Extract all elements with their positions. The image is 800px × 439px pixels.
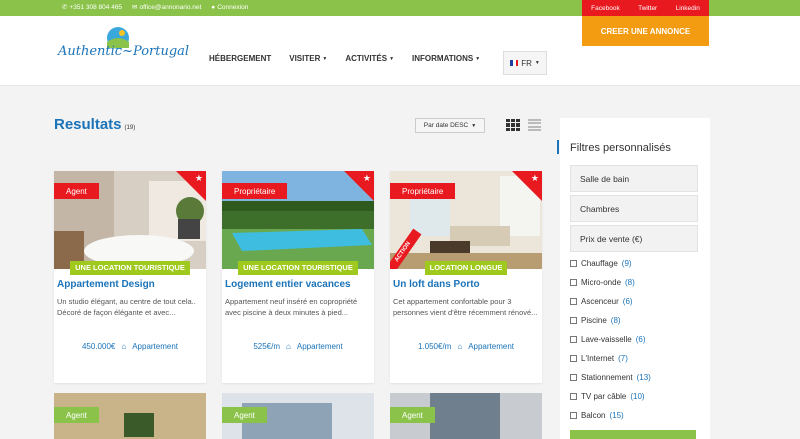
site-logo[interactable]: Authentic~Portugal xyxy=(58,26,189,76)
phone-icon: ✆ xyxy=(62,4,68,11)
listing-description: Cet appartement confortable pour 3 perso… xyxy=(393,297,538,317)
caret-down-icon: ▼ xyxy=(471,122,477,129)
sidebar-accent xyxy=(557,140,559,154)
listing-price: 525€/m xyxy=(253,342,281,351)
filter-balcon[interactable]: Balcon (15) xyxy=(570,406,710,425)
caret-down-icon: ▼ xyxy=(534,60,540,66)
listing-card[interactable]: Propriétaire ★ ACTION LOCATION LONGUE Un… xyxy=(390,171,542,383)
listing-price: 1.050€/m xyxy=(417,342,452,351)
login-link[interactable]: ● Connexion xyxy=(211,3,248,11)
checkbox[interactable] xyxy=(570,317,577,324)
listing-meta: 1.050€/m ⌂ Appartement xyxy=(390,336,542,351)
language-selector[interactable]: FR ▼ xyxy=(503,51,547,75)
filter-lave-vaisselle[interactable]: Lave-vaisselle (6) xyxy=(570,330,710,349)
listing-photo[interactable]: Propriétaire ★ xyxy=(222,171,374,269)
checkbox[interactable] xyxy=(570,355,577,362)
twitter-link[interactable]: Twitter xyxy=(638,5,657,12)
filter-chauffage[interactable]: Chauffage (9) xyxy=(570,254,710,273)
listing-type: Appartement xyxy=(296,342,343,351)
home-icon: ⌂ xyxy=(286,342,291,351)
star-icon[interactable]: ★ xyxy=(195,173,203,184)
create-listing-button[interactable]: CREER UNE ANNONCE xyxy=(582,16,709,46)
logo-text: Authentic~Portugal xyxy=(58,44,190,59)
nav-item-visiter[interactable]: VISITER ▼ xyxy=(280,54,336,63)
filter-bedrooms-button[interactable]: Chambres xyxy=(570,195,698,222)
listing-card[interactable]: Agent xyxy=(390,393,542,439)
checkbox[interactable] xyxy=(570,260,577,267)
results-heading: Resultats (19) xyxy=(54,116,135,133)
checkbox[interactable] xyxy=(570,393,577,400)
nav-item-informations[interactable]: INFORMATIONS ▼ xyxy=(403,54,489,63)
owner-type-badge: Propriétaire xyxy=(390,183,456,199)
listing-card[interactable]: Agent ★ UNE LOCATION TOURISTIQUE Apparte… xyxy=(54,171,206,383)
phone-link[interactable]: ✆ +351 308 804 465 xyxy=(62,3,122,12)
listing-card[interactable]: Propriétaire ★ UNE LOCATION TOURISTIQUE … xyxy=(222,171,374,383)
listing-photo[interactable]: Propriétaire ★ ACTION xyxy=(390,171,542,269)
filter-bathroom-button[interactable]: Salle de bain xyxy=(570,165,698,192)
owner-type-badge: Agent xyxy=(222,407,267,423)
listing-card[interactable]: Agent xyxy=(54,393,206,439)
results-count: (19) xyxy=(124,125,136,131)
listing-price: 450.000€ xyxy=(81,342,116,351)
filter-sidebar: Filtres personnalisés Salle de bain Cham… xyxy=(560,118,710,439)
filter-piscine[interactable]: Piscine (8) xyxy=(570,311,710,330)
caret-down-icon: ▼ xyxy=(475,55,481,62)
listing-type: Appartement xyxy=(468,342,514,351)
checkbox[interactable] xyxy=(570,374,577,381)
listing-card[interactable]: Agent xyxy=(222,393,374,439)
listing-title[interactable]: Appartement Design xyxy=(54,275,206,290)
filter-micro-onde[interactable]: Micro-onde (8) xyxy=(570,273,710,292)
listing-meta: 525€/m ⌂ Appartement xyxy=(222,336,374,351)
facebook-link[interactable]: Facebook xyxy=(591,5,620,12)
amenity-filter-list: Chauffage (9) Micro-onde (8) Ascenceur (6) … xyxy=(560,254,710,425)
checkbox[interactable] xyxy=(570,279,577,286)
mail-icon: ✉ xyxy=(132,4,138,11)
filter-stationnement[interactable]: Stationnement (13) xyxy=(570,368,710,387)
caret-down-icon: ▼ xyxy=(322,55,328,62)
owner-type-badge: Propriétaire xyxy=(222,183,288,199)
nav-item-activites[interactable]: ACTIVITÉS ▼ xyxy=(336,54,403,63)
filter-price-button[interactable]: Prix de vente (€) xyxy=(570,225,698,252)
star-icon[interactable]: ★ xyxy=(363,173,371,184)
header: Authentic~Portugal CREER UNE ANNONCE HÉB… xyxy=(0,16,800,86)
owner-type-badge: Agent xyxy=(54,407,99,423)
checkbox[interactable] xyxy=(570,336,577,343)
star-icon[interactable]: ★ xyxy=(531,173,539,184)
top-bar: ✆ +351 308 804 465 ✉ office@annonario.net … xyxy=(0,0,800,16)
sort-dropdown[interactable]: Par date DESC ▼ xyxy=(415,118,485,133)
grid-view-icon[interactable] xyxy=(506,119,520,131)
filter-internet[interactable]: L'Internet (7) xyxy=(570,349,710,368)
listing-meta: 450.000€ ⌂ Appartement xyxy=(54,336,206,351)
owner-type-badge: Agent xyxy=(390,407,435,423)
email-link[interactable]: ✉ office@annonario.net xyxy=(132,3,201,12)
home-icon: ⌂ xyxy=(457,342,463,351)
category-badge: UNE LOCATION TOURISTIQUE xyxy=(54,261,206,275)
owner-type-badge: Agent xyxy=(54,183,99,199)
contact-info: ✆ +351 308 804 465 ✉ office@annonario.net … xyxy=(62,3,248,12)
listing-photo[interactable]: Agent ★ xyxy=(54,171,206,269)
checkbox[interactable] xyxy=(570,298,577,305)
home-icon: ⌂ xyxy=(121,342,127,351)
listing-description: Appartement neuf inséré en copropriété a… xyxy=(225,297,358,317)
filter-tv-cable[interactable]: TV par câble (10) xyxy=(570,387,710,406)
checkbox[interactable] xyxy=(570,412,577,419)
listing-type: Appartement xyxy=(132,342,179,351)
sidebar-title: Filtres personnalisés xyxy=(570,142,671,154)
listing-description: Un studio élégant, au centre de tout cel… xyxy=(57,297,196,317)
linkedin-link[interactable]: Linkedin xyxy=(676,5,700,12)
listing-title[interactable]: Un loft dans Porto xyxy=(390,275,542,290)
nav-item-hebergement[interactable]: HÉBERGEMENT xyxy=(200,54,280,63)
french-flag-icon xyxy=(510,60,519,66)
page-title: Resultats xyxy=(54,116,122,133)
listing-title[interactable]: Logement entier vacances xyxy=(222,275,374,290)
category-badge: LOCATION LONGUE xyxy=(390,261,542,275)
filter-ascenceur[interactable]: Ascenceur (6) xyxy=(570,292,710,311)
category-badge: UNE LOCATION TOURISTIQUE xyxy=(222,261,374,275)
caret-down-icon: ▼ xyxy=(389,55,395,62)
user-icon: ● xyxy=(211,3,216,11)
search-filter-button[interactable] xyxy=(570,430,696,439)
main-nav: HÉBERGEMENT VISITER ▼ ACTIVITÉS ▼ INFORMAT… xyxy=(200,54,489,63)
list-view-icon[interactable] xyxy=(528,119,541,131)
social-links: Facebook Twitter Linkedin xyxy=(582,0,709,16)
